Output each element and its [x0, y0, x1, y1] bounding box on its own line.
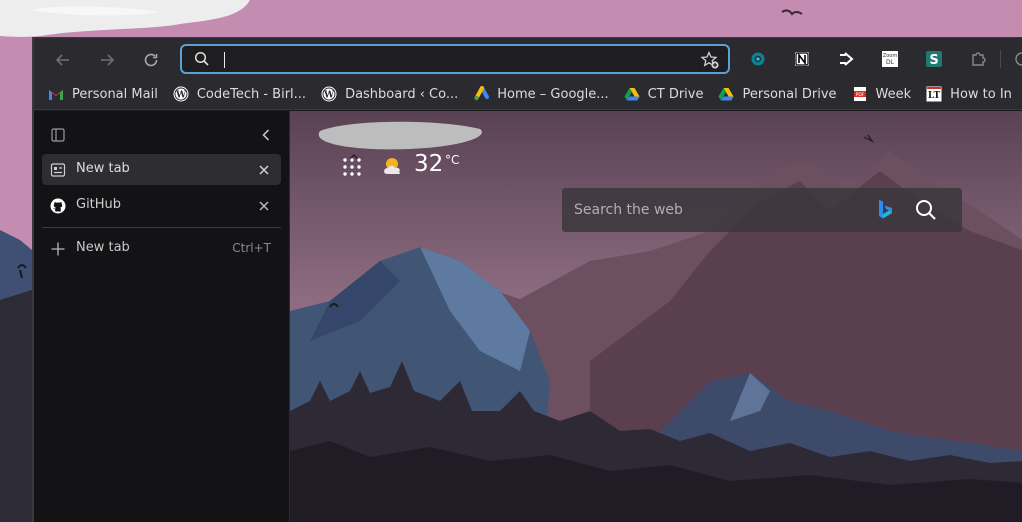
notion-icon — [795, 52, 809, 66]
reload-button[interactable] — [139, 48, 163, 72]
bookmark-label: CodeTech - Birl... — [196, 86, 307, 102]
bing-logo-icon[interactable] — [874, 198, 896, 226]
forward-button[interactable] — [95, 48, 119, 72]
temperature-value[interactable]: 32 — [414, 151, 443, 177]
github-icon — [50, 198, 66, 214]
bookmark-label: How to In — [950, 86, 1012, 102]
alexa-icon — [751, 52, 765, 66]
collapse-pane-icon[interactable] — [258, 127, 274, 147]
extension-s[interactable]: S — [924, 49, 944, 69]
close-tab-icon[interactable] — [257, 198, 271, 212]
tab-label: GitHub — [76, 197, 122, 212]
bookmark-personal-drive[interactable]: Personal Drive — [718, 82, 837, 106]
bookmark-how-to[interactable]: LT How to In — [926, 82, 1012, 106]
close-tab-icon[interactable] — [257, 162, 271, 176]
wordpress-icon: W — [173, 86, 189, 102]
vertical-tabs-pane: New tab GitHub New tab Ctrl+T — [34, 111, 290, 522]
new-tab-button[interactable]: New tab Ctrl+T — [42, 235, 281, 262]
s-logo-icon: S — [926, 51, 942, 68]
address-bar[interactable] — [180, 44, 730, 74]
tab-new-tab[interactable]: New tab — [42, 154, 281, 185]
toolbar-divider — [1000, 50, 1001, 68]
extension-send[interactable] — [836, 49, 856, 69]
bookmarks-bar: Personal Mail W CodeTech - Birl... W Das… — [34, 79, 1022, 110]
bookmark-label: Week — [875, 86, 912, 102]
tab-label: New tab — [76, 161, 130, 176]
bookmark-personal-mail[interactable]: Personal Mail — [48, 82, 158, 106]
arrow-right-icon — [101, 54, 115, 66]
svg-text:W: W — [175, 91, 187, 101]
svg-text:DL: DL — [886, 59, 895, 66]
svg-text:S: S — [929, 53, 938, 68]
temperature-unit: °C — [445, 153, 460, 167]
bookmark-google-ads[interactable]: Home – Google... — [473, 82, 609, 106]
gmail-icon — [48, 86, 64, 102]
browser-window: Zoom DL S Personal Mail W CodeTech - Birl… — [32, 37, 1022, 522]
bookmark-week[interactable]: PDF Week — [852, 82, 912, 106]
search-icon[interactable] — [914, 198, 938, 226]
bookmark-dashboard[interactable]: W Dashboard ‹ Co... — [321, 82, 458, 106]
toolbar-overflow[interactable] — [1010, 49, 1022, 69]
extension-alexa[interactable] — [748, 49, 768, 69]
bookmark-label: Personal Drive — [742, 86, 837, 102]
zoom-dl-icon: ZoomDL — [882, 51, 898, 67]
google-drive-icon — [624, 86, 640, 102]
bookmark-ct-drive[interactable]: CT Drive — [624, 82, 704, 106]
address-input[interactable] — [230, 48, 650, 70]
pdf-icon: PDF — [852, 86, 868, 102]
extensions-button[interactable] — [968, 49, 988, 69]
partly-sunny-icon[interactable] — [380, 154, 406, 178]
partial-icon — [1015, 52, 1022, 66]
send-arrow-icon — [840, 52, 854, 66]
search-icon — [194, 51, 210, 71]
web-search-box[interactable] — [562, 188, 962, 232]
extension-notion[interactable] — [792, 49, 812, 69]
new-tab-label: New tab — [76, 240, 130, 255]
new-tab-page-icon — [50, 162, 66, 178]
google-ads-icon — [473, 86, 490, 102]
tab-actions-menu-icon[interactable] — [50, 127, 66, 147]
web-search-input[interactable] — [574, 199, 864, 221]
bookmark-label: CT Drive — [647, 86, 704, 102]
svg-text:LT: LT — [928, 91, 941, 101]
bookmark-label: Dashboard ‹ Co... — [345, 86, 459, 102]
new-tab-page: 32 °C — [290, 111, 1022, 522]
text-caret — [224, 52, 225, 68]
bookmark-codetech[interactable]: W CodeTech - Birl... — [173, 82, 306, 106]
svg-text:W: W — [323, 91, 335, 101]
arrow-left-icon — [55, 54, 69, 66]
add-favorite-button[interactable] — [700, 50, 720, 74]
bookmark-label: Home – Google... — [497, 86, 609, 102]
bookmark-label: Personal Mail — [72, 86, 158, 102]
puzzle-icon — [972, 52, 986, 66]
tab-github[interactable]: GitHub — [42, 190, 281, 221]
svg-text:PDF: PDF — [855, 92, 864, 98]
google-drive-icon — [718, 86, 734, 102]
new-tab-shortcut: Ctrl+T — [232, 241, 271, 255]
plus-icon — [50, 241, 66, 261]
app-launcher-icon[interactable] — [342, 157, 362, 177]
tabs-divider — [42, 227, 281, 228]
wordpress-icon: W — [321, 86, 337, 102]
toolbar: Zoom DL S — [34, 38, 1022, 79]
extension-zoom-downloader[interactable]: Zoom DL — [880, 49, 900, 69]
star-add-icon — [700, 50, 719, 69]
reload-icon — [144, 53, 158, 67]
back-button[interactable] — [51, 48, 75, 72]
lt-icon: LT — [926, 86, 942, 102]
